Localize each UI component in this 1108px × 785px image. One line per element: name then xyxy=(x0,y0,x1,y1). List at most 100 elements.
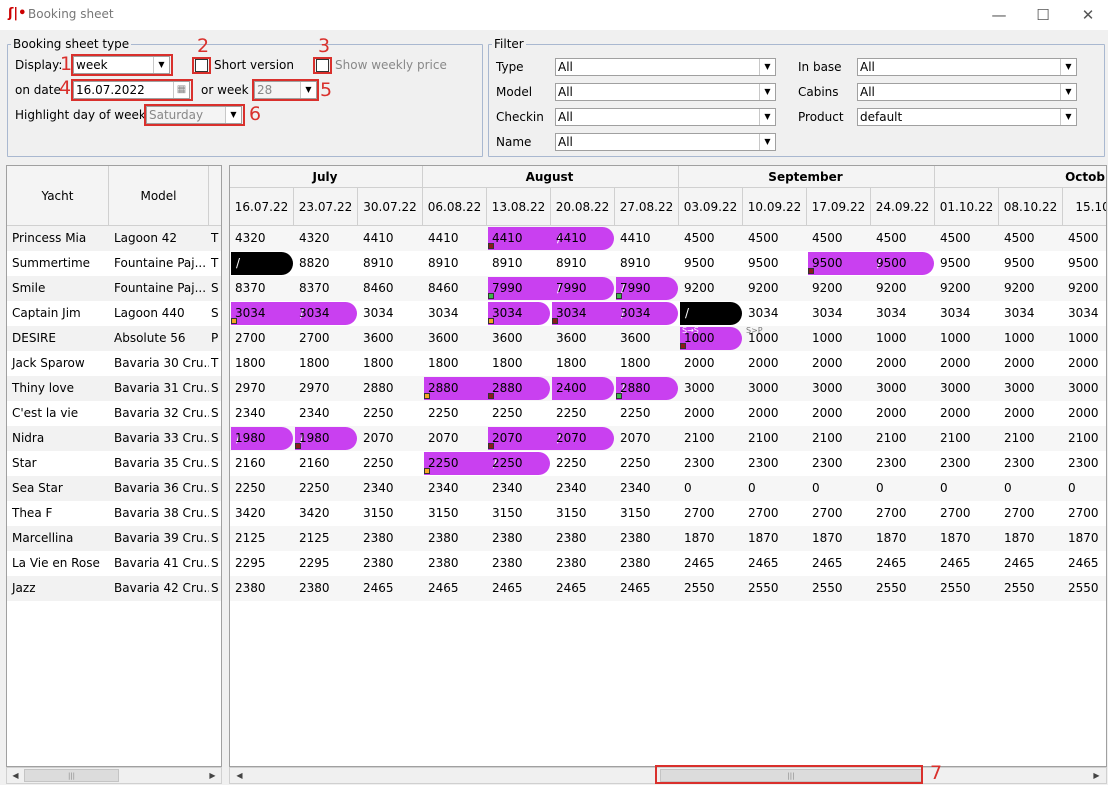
yacht-name-cell[interactable]: Jack Sparow xyxy=(7,351,109,376)
price-cell[interactable]: 0 xyxy=(743,476,807,501)
price-cell[interactable]: 2340 xyxy=(551,476,615,501)
price-cell[interactable]: 3034 xyxy=(230,301,294,326)
price-cell[interactable]: 2070 xyxy=(423,426,487,451)
price-cell[interactable]: 2970 xyxy=(294,376,358,401)
price-cell[interactable]: 3420 xyxy=(294,501,358,526)
price-cell[interactable]: 2295 xyxy=(294,551,358,576)
price-cell[interactable]: 2550 xyxy=(1063,576,1106,601)
price-cell[interactable]: 4410 xyxy=(423,226,487,251)
scroll-left-icon[interactable]: ◀ xyxy=(8,768,23,783)
scroll-left-icon[interactable]: ◀ xyxy=(232,768,247,783)
price-cell[interactable]: 1980 xyxy=(294,426,358,451)
price-cell[interactable]: 4500 xyxy=(679,226,743,251)
price-cell[interactable]: 2700 xyxy=(807,501,871,526)
price-cell[interactable]: 9500 xyxy=(935,251,999,276)
price-cell[interactable]: 2465 xyxy=(1063,551,1106,576)
price-cell[interactable]: 4410 xyxy=(358,226,423,251)
price-cell[interactable]: 2700 xyxy=(999,501,1063,526)
price-cell[interactable]: 4500 xyxy=(871,226,935,251)
yacht-name-cell[interactable]: Nidra xyxy=(7,426,109,451)
scroll-right-icon[interactable]: ▶ xyxy=(1089,768,1104,783)
price-cell[interactable]: 2250 xyxy=(615,451,679,476)
price-cell[interactable]: 3600 xyxy=(487,326,551,351)
price-cell[interactable]: 2250 xyxy=(358,451,423,476)
price-cell[interactable]: 3000 xyxy=(999,376,1063,401)
price-cell[interactable]: 2340 xyxy=(358,476,423,501)
yacht-name-cell[interactable]: Smile xyxy=(7,276,109,301)
type-cell[interactable]: T xyxy=(207,251,221,276)
week-header[interactable]: 30.07.22 xyxy=(358,188,423,226)
price-cell[interactable]: 3034 xyxy=(358,301,423,326)
yacht-name-cell[interactable]: Captain Jim xyxy=(7,301,109,326)
price-cell[interactable]: 2295 xyxy=(230,551,294,576)
yacht-name-cell[interactable]: Sea Star xyxy=(7,476,109,501)
price-cell[interactable]: 8910 xyxy=(615,251,679,276)
price-cell[interactable]: 9500 xyxy=(679,251,743,276)
price-cell[interactable]: 2000 xyxy=(807,351,871,376)
model-column-header[interactable]: Model xyxy=(109,166,209,226)
price-cell[interactable]: 2125 xyxy=(230,526,294,551)
price-cell[interactable]: 2700 xyxy=(294,326,358,351)
price-cell[interactable]: 1980 xyxy=(230,426,294,451)
price-cell[interactable]: 2000 xyxy=(1063,351,1106,376)
model-cell[interactable]: Bavaria 32 Cru... xyxy=(109,401,209,426)
price-cell[interactable]: 2100 xyxy=(999,426,1063,451)
price-cell[interactable]: 2465 xyxy=(743,551,807,576)
price-cell[interactable]: 2465 xyxy=(615,576,679,601)
price-cell[interactable]: 2380 xyxy=(551,551,615,576)
week-header[interactable]: 08.10.22 xyxy=(999,188,1063,226)
price-cell[interactable]: 2380 xyxy=(487,551,551,576)
price-cell[interactable]: 2000 xyxy=(871,351,935,376)
price-cell[interactable]: 4410 xyxy=(615,226,679,251)
price-cell[interactable]: 7990 xyxy=(487,276,551,301)
price-cell[interactable]: 1870 xyxy=(999,526,1063,551)
price-cell[interactable]: 0 xyxy=(807,476,871,501)
price-cell[interactable]: 2000 xyxy=(999,351,1063,376)
week-header[interactable]: 06.08.22 xyxy=(423,188,487,226)
price-cell[interactable]: 2340 xyxy=(615,476,679,501)
week-header[interactable]: 03.09.22 xyxy=(679,188,743,226)
price-cell[interactable]: 2000 xyxy=(743,401,807,426)
price-cell[interactable]: 2380 xyxy=(423,526,487,551)
price-cell[interactable]: 3600 xyxy=(551,326,615,351)
price-cell[interactable]: 1870 xyxy=(935,526,999,551)
price-cell[interactable]: 2250 xyxy=(551,451,615,476)
price-cell[interactable]: 8820 xyxy=(294,251,358,276)
price-cell[interactable]: 2100 xyxy=(679,426,743,451)
price-cell[interactable]: 1870 xyxy=(871,526,935,551)
type-cell[interactable]: S xyxy=(207,476,221,501)
yacht-name-cell[interactable]: Star xyxy=(7,451,109,476)
price-cell[interactable]: 9500 xyxy=(871,251,935,276)
price-cell[interactable]: 0 xyxy=(1063,476,1106,501)
price-cell[interactable]: 0 xyxy=(999,476,1063,501)
price-cell[interactable]: 2000 xyxy=(1063,401,1106,426)
price-cell[interactable]: 2000 xyxy=(871,401,935,426)
model-cell[interactable]: Bavaria 31 Cru... xyxy=(109,376,209,401)
type-cell[interactable]: P xyxy=(207,326,221,351)
price-cell[interactable]: 2070 xyxy=(487,426,551,451)
model-cell[interactable]: Bavaria 33 Cru... xyxy=(109,426,209,451)
price-cell[interactable]: 3000 xyxy=(1063,376,1106,401)
price-cell[interactable]: 3034 xyxy=(294,301,358,326)
type-cell[interactable]: S xyxy=(207,401,221,426)
price-cell[interactable]: 0 xyxy=(935,476,999,501)
price-cell[interactable]: 2550 xyxy=(871,576,935,601)
price-cell[interactable]: 2300 xyxy=(807,451,871,476)
week-header[interactable]: 16.07.22 xyxy=(230,188,294,226)
price-cell[interactable]: 2465 xyxy=(871,551,935,576)
price-cell[interactable]: 2000 xyxy=(935,401,999,426)
filter-model-select[interactable]: All ▼ xyxy=(555,83,776,101)
price-cell[interactable]: 2000 xyxy=(679,401,743,426)
price-cell[interactable]: 8460 xyxy=(423,276,487,301)
filter-inbase-select[interactable]: All ▼ xyxy=(857,58,1077,76)
price-cell[interactable]: 2380 xyxy=(487,526,551,551)
price-cell[interactable]: 3034 xyxy=(1063,301,1106,326)
price-cell[interactable]: 2880 xyxy=(423,376,487,401)
model-cell[interactable]: Fountaine Paj... xyxy=(109,251,209,276)
price-cell[interactable]: 4320 xyxy=(294,226,358,251)
week-header[interactable]: 01.10.22 xyxy=(935,188,999,226)
price-cell[interactable]: 2300 xyxy=(679,451,743,476)
price-cell[interactable]: 2100 xyxy=(1063,426,1106,451)
price-cell[interactable]: 3600 xyxy=(358,326,423,351)
week-header[interactable]: 10.09.22 xyxy=(743,188,807,226)
